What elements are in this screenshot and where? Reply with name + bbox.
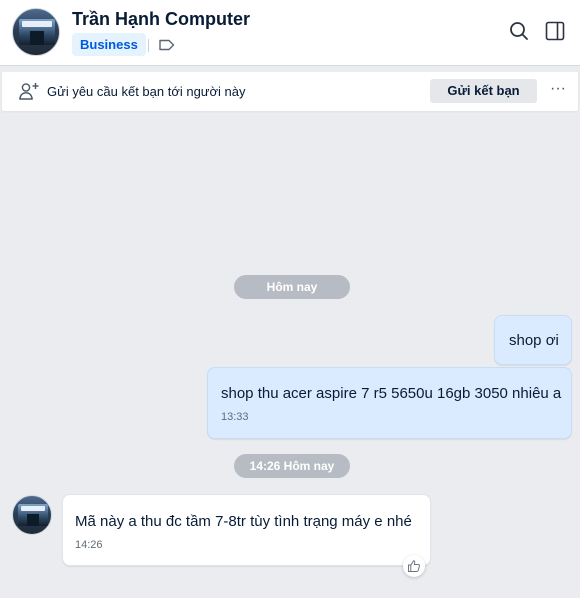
message-bubble-received[interactable]: Mã này a thu đc tầm 7-8tr tùy tình trạng… bbox=[62, 494, 431, 566]
contact-avatar[interactable] bbox=[12, 8, 60, 56]
add-friend-icon bbox=[19, 83, 39, 100]
more-options-icon[interactable]: ··· bbox=[548, 81, 568, 101]
friend-request-bar: Gửi yêu cầu kết bạn tới người này Gửi kế… bbox=[2, 72, 578, 111]
search-icon[interactable] bbox=[507, 19, 531, 43]
tag-icon[interactable] bbox=[158, 37, 176, 53]
message-time: 13:33 bbox=[221, 411, 249, 423]
like-reaction-button[interactable] bbox=[403, 555, 425, 577]
thumbs-up-icon bbox=[408, 560, 420, 572]
message-bubble-sent[interactable]: shop ơi bbox=[494, 315, 572, 365]
contact-name[interactable]: Trần Hạnh Computer bbox=[72, 9, 250, 30]
chat-header: Trần Hạnh Computer Business bbox=[0, 0, 580, 66]
date-separator: Hôm nay bbox=[234, 275, 350, 299]
date-separator: 14:26 Hôm nay bbox=[234, 454, 350, 478]
message-text: shop thu acer aspire 7 r5 5650u 16gb 305… bbox=[221, 385, 562, 402]
message-text: Mã này a thu đc tầm 7-8tr tùy tình trạng… bbox=[75, 513, 412, 530]
message-text: shop ơi bbox=[509, 332, 559, 349]
message-time: 14:26 bbox=[75, 539, 103, 551]
message-bubble-sent[interactable]: shop thu acer aspire 7 r5 5650u 16gb 305… bbox=[207, 367, 572, 439]
send-friend-request-button[interactable]: Gửi kết bạn bbox=[430, 79, 537, 103]
sender-avatar[interactable] bbox=[12, 495, 52, 535]
divider bbox=[148, 39, 149, 52]
friend-request-text: Gửi yêu cầu kết bạn tới người này bbox=[47, 84, 246, 99]
sidebar-panel-icon[interactable] bbox=[543, 19, 567, 43]
business-badge: Business bbox=[72, 33, 146, 56]
